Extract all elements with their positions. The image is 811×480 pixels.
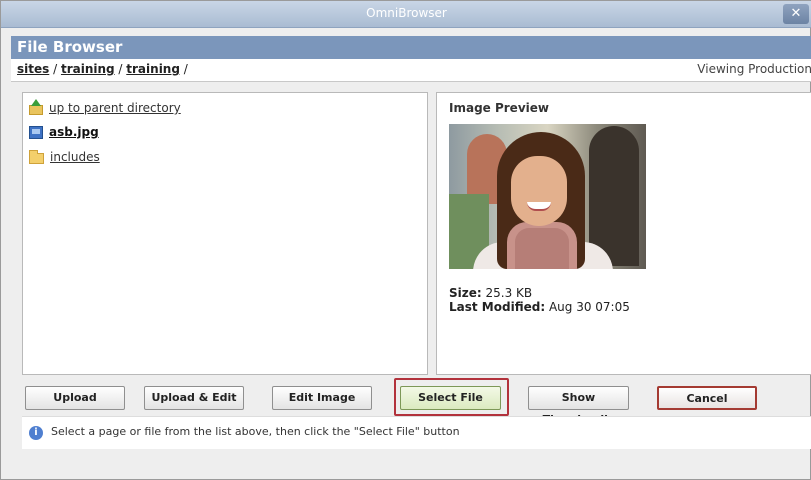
title-bar[interactable]: OmniBrowser ✕ <box>1 1 811 28</box>
list-item-parent-directory[interactable]: up to parent directory <box>29 99 181 117</box>
folder-up-icon <box>29 99 43 115</box>
file-metadata: Size: 25.3 KB Last Modified: Aug 30 07:0… <box>449 286 630 314</box>
size-value: 25.3 KB <box>485 286 533 300</box>
breadcrumb-bar: sites / training / training / Viewing Pr… <box>11 59 811 82</box>
list-item-label: asb.jpg <box>49 125 99 139</box>
list-item-label: up to parent directory <box>49 101 181 115</box>
close-icon: ✕ <box>790 6 802 21</box>
preview-image <box>449 124 646 269</box>
info-icon: i <box>29 426 43 440</box>
info-text: Select a page or file from the list abov… <box>51 425 460 438</box>
breadcrumb: sites / training / training / <box>17 62 188 76</box>
list-item-label: includes <box>50 150 100 164</box>
cancel-button[interactable]: Cancel <box>657 386 757 410</box>
list-item-asb-jpg[interactable]: asb.jpg <box>29 123 99 141</box>
breadcrumb-separator: / <box>114 62 127 76</box>
last-modified-value: Aug 30 07:05 <box>548 300 630 314</box>
last-modified-label: Last Modified: <box>449 300 546 314</box>
breadcrumb-trailing: / <box>179 62 188 76</box>
breadcrumb-separator: / <box>49 62 61 76</box>
status-info-bar: i Select a page or file from the list ab… <box>22 416 811 449</box>
window-title: OmniBrowser <box>366 6 447 20</box>
image-preview-panel: Image Preview Size: 25.3 KB Last Modifie… <box>436 92 811 375</box>
viewing-mode-label: Viewing Production <box>697 62 811 76</box>
image-file-icon <box>29 125 43 139</box>
edit-image-button[interactable]: Edit Image <box>272 386 372 410</box>
close-button[interactable]: ✕ <box>783 4 809 24</box>
omnibrowser-window: OmniBrowser ✕ File Browser sites / train… <box>0 0 811 480</box>
size-label: Size: <box>449 286 482 300</box>
breadcrumb-training-2[interactable]: training <box>126 62 180 76</box>
file-browser-header: File Browser <box>11 36 811 59</box>
upload-button[interactable]: Upload <box>25 386 125 410</box>
breadcrumb-sites[interactable]: sites <box>17 62 49 76</box>
folder-icon <box>29 149 44 164</box>
page-title: File Browser <box>17 38 123 56</box>
upload-edit-button[interactable]: Upload & Edit <box>144 386 244 410</box>
file-list-panel: up to parent directory asb.jpg includes <box>22 92 428 375</box>
breadcrumb-training-1[interactable]: training <box>61 62 115 76</box>
show-thumbnails-button[interactable]: Show Thumbnails <box>528 386 629 426</box>
list-item-includes[interactable]: includes <box>29 148 100 166</box>
image-preview-title: Image Preview <box>449 101 549 115</box>
select-file-button[interactable]: Select File <box>400 386 501 410</box>
